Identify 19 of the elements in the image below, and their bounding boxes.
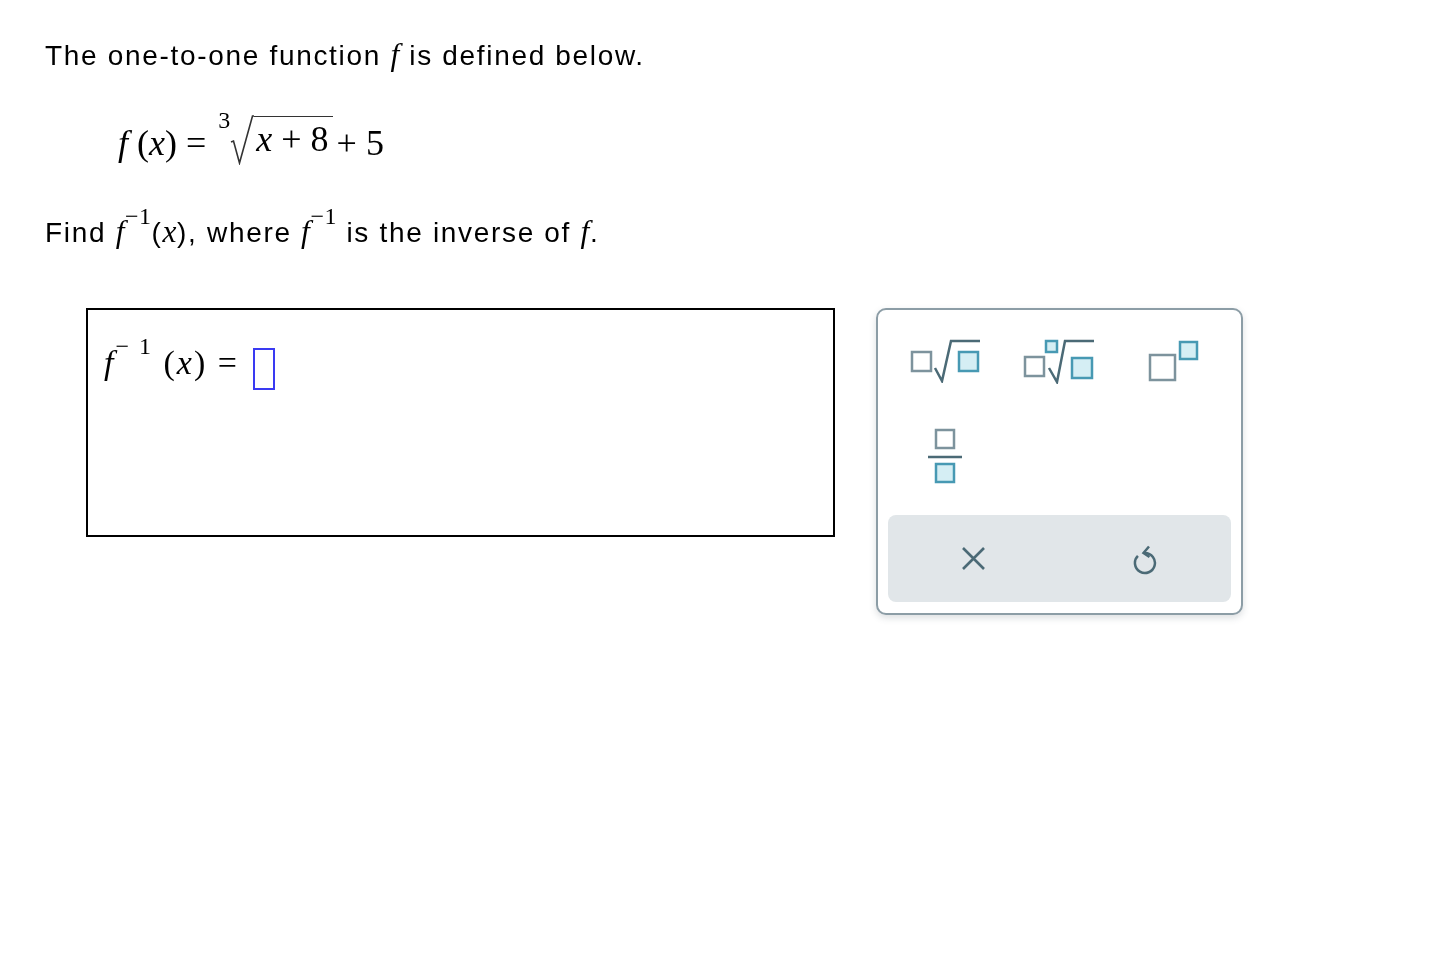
- problem-statement: The one-to-one function f is defined below.: [45, 36, 645, 74]
- exponent-button[interactable]: [1146, 338, 1201, 383]
- question-text: Find f$^{−1}$(x), where f$^{−1}$ is the inverse of f.: [45, 211, 600, 251]
- root-index: 3: [218, 107, 231, 132]
- nth-root-button[interactable]: [1022, 337, 1097, 384]
- clear-button[interactable]: [961, 545, 987, 571]
- radical-sign-icon: [230, 114, 255, 165]
- formula-lhs: f (x) =: [118, 121, 207, 165]
- radicand: x + 8: [254, 115, 333, 165]
- answer-box[interactable]: [252, 347, 275, 390]
- nth-root-icon: [1022, 337, 1097, 384]
- superscript-icon: [1146, 338, 1201, 383]
- formula-term: + 5: [336, 121, 384, 165]
- close-icon: [961, 545, 987, 571]
- fraction-icon: [926, 427, 965, 486]
- fraction-button[interactable]: [926, 427, 965, 486]
- answer-prompt: f$^{− 1}$ (x) =: [104, 332, 239, 380]
- square-root-button[interactable]: [909, 338, 982, 383]
- square-root-icon: [909, 338, 982, 383]
